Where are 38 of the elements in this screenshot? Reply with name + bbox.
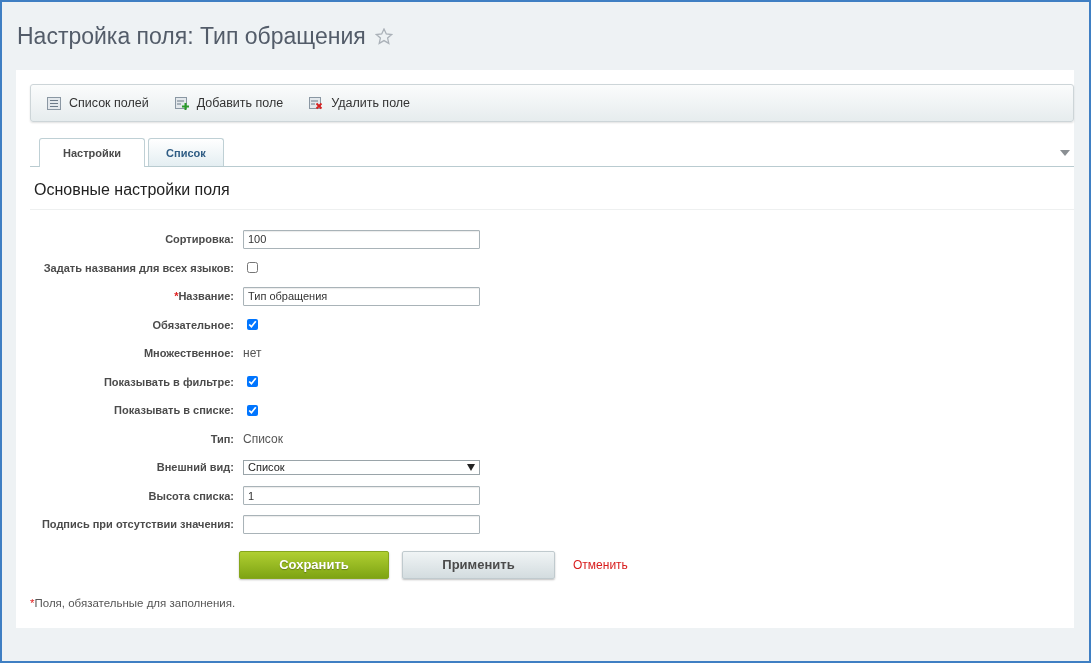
checkbox[interactable] xyxy=(247,262,258,274)
field-label: Тип: xyxy=(210,432,234,445)
required-fields-note: *Поля, обязательные для заполнения. xyxy=(30,595,237,609)
text-field[interactable]: Тип обращения xyxy=(243,286,480,306)
section-title: Основные настройки поля xyxy=(30,167,1074,210)
field-label: Задать названия для всех языков: xyxy=(43,261,234,274)
text-field[interactable] xyxy=(243,514,480,534)
caret-icon[interactable] xyxy=(1060,150,1070,156)
checkbox[interactable] xyxy=(247,319,258,331)
tab[interactable]: Список xyxy=(148,138,224,166)
field-label: Множественное: xyxy=(143,347,234,360)
table-add-icon xyxy=(174,96,189,110)
field-label: Подпись при отсутствии значения: xyxy=(41,518,234,531)
table-delete-icon xyxy=(309,96,324,110)
field-label: Внешний вид: xyxy=(156,461,234,474)
caret-icon xyxy=(467,463,475,471)
toolbar-button[interactable]: Добавить поле xyxy=(174,96,284,110)
field-label: Сортировка: xyxy=(165,233,234,246)
checkbox[interactable] xyxy=(247,404,258,416)
field-value: нет xyxy=(243,346,263,361)
text-field[interactable]: 100 xyxy=(243,229,480,249)
field-label: Показывать в фильтре: xyxy=(103,375,234,388)
apply-button[interactable]: Применить xyxy=(402,550,555,579)
dropdown[interactable]: Список xyxy=(243,459,480,475)
toolbar-button[interactable]: Список полей xyxy=(47,96,149,110)
field-label: Высота списка: xyxy=(148,489,234,502)
checkbox[interactable] xyxy=(247,376,258,388)
star-icon[interactable] xyxy=(374,27,393,45)
field-label: Обязательное: xyxy=(152,318,234,331)
tab[interactable]: Настройки xyxy=(39,138,146,167)
field-label: *Название: xyxy=(174,290,234,303)
field-label: Показывать в списке: xyxy=(114,404,234,417)
cancel-link[interactable]: Отменить xyxy=(568,557,628,572)
field-value: Список xyxy=(243,431,284,446)
list-icon xyxy=(47,96,61,110)
text-field[interactable]: 1 xyxy=(243,486,480,506)
toolbar-button[interactable]: Удалить поле xyxy=(309,96,411,110)
page-title: Настройка поля: Тип обращения xyxy=(17,22,366,50)
